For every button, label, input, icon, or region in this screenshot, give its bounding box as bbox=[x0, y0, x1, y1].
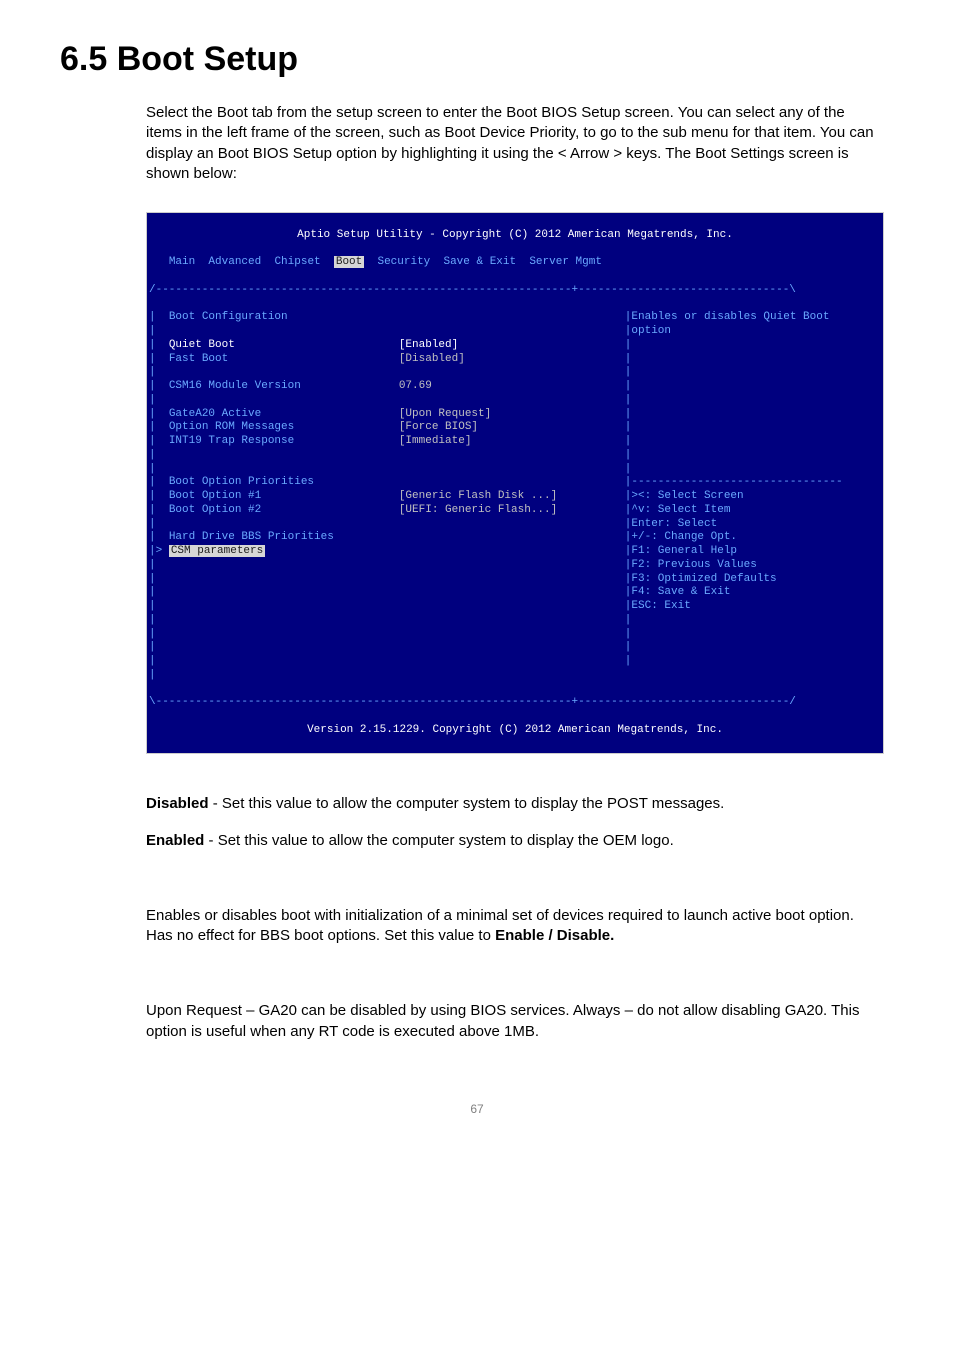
csm16-label: CSM16 Module Version bbox=[169, 380, 399, 394]
fast-boot-value: [Disabled] bbox=[399, 353, 465, 365]
nav-change-opt: +/-: Change Opt. bbox=[631, 531, 737, 543]
menu-save-exit: Save & Exit bbox=[443, 256, 516, 268]
hdd-bbs-priorities: Hard Drive BBS Priorities bbox=[169, 531, 334, 543]
page-number: 67 bbox=[60, 1102, 894, 1116]
bios-menu-bar: Main Advanced Chipset Boot Security Save… bbox=[149, 256, 881, 270]
int19-value: [Immediate] bbox=[399, 435, 472, 447]
bios-body: | Boot Configuration | | Quiet Boot[Enab… bbox=[149, 311, 881, 682]
bios-border-top: /---------------------------------------… bbox=[149, 284, 881, 298]
menu-main: Main bbox=[169, 256, 195, 268]
option-rom-value: [Force BIOS] bbox=[399, 421, 478, 433]
boot-option2-value: [UEFI: Generic Flash...] bbox=[399, 504, 557, 516]
nav-select-item: ^v: Select Item bbox=[631, 504, 730, 516]
gatea20-desc: Upon Request – GA20 can be disabled by u… bbox=[146, 1001, 884, 1042]
menu-security: Security bbox=[377, 256, 430, 268]
nav-esc: ESC: Exit bbox=[631, 600, 690, 612]
boot-option1-label: Boot Option #1 bbox=[169, 490, 399, 504]
disabled-desc: Disabled - Set this value to allow the c… bbox=[146, 794, 884, 814]
enabled-text: - Set this value to allow the computer s… bbox=[204, 832, 673, 849]
int19-label: INT19 Trap Response bbox=[169, 435, 399, 449]
help-line-1: Enables or disables Quiet Boot bbox=[631, 311, 829, 323]
menu-advanced: Advanced bbox=[208, 256, 261, 268]
disabled-text: - Set this value to allow the computer s… bbox=[209, 795, 725, 812]
intro-paragraph: Select the Boot tab from the setup scree… bbox=[146, 103, 884, 184]
gatea20-value: [Upon Request] bbox=[399, 408, 491, 420]
fastboot-desc: Enables or disables boot with initializa… bbox=[146, 906, 884, 947]
nav-f1: F1: General Help bbox=[631, 545, 737, 557]
nav-f4: F4: Save & Exit bbox=[631, 586, 730, 598]
menu-boot: Boot bbox=[334, 256, 364, 268]
nav-select-screen: ><: Select Screen bbox=[631, 490, 743, 502]
nav-f2: F2: Previous Values bbox=[631, 559, 756, 571]
csm16-value: 07.69 bbox=[399, 380, 432, 392]
gatea20-label: GateA20 Active bbox=[169, 408, 399, 422]
menu-server-mgmt: Server Mgmt bbox=[529, 256, 602, 268]
submenu-prefix: > bbox=[156, 545, 169, 557]
boot-option1-value: [Generic Flash Disk ...] bbox=[399, 490, 557, 502]
boot-option2-label: Boot Option #2 bbox=[169, 504, 399, 518]
bios-title: Aptio Setup Utility - Copyright (C) 2012… bbox=[297, 229, 733, 241]
nav-enter: Enter: Select bbox=[631, 518, 717, 530]
fast-boot-label: Fast Boot bbox=[169, 353, 399, 367]
bios-footer: Version 2.15.1229. Copyright (C) 2012 Am… bbox=[307, 724, 723, 736]
menu-chipset: Chipset bbox=[274, 256, 320, 268]
boot-priorities-header: Boot Option Priorities bbox=[169, 476, 314, 488]
quiet-boot-value: [Enabled] bbox=[399, 339, 458, 351]
fastboot-bold: Enable / Disable. bbox=[495, 927, 614, 944]
boot-configuration-header: Boot Configuration bbox=[169, 311, 288, 323]
bios-right-pane: |Enables or disables Quiet Boot |option … bbox=[625, 311, 881, 682]
section-heading: 6.5 Boot Setup bbox=[60, 40, 894, 79]
enabled-label: Enabled bbox=[146, 832, 204, 849]
bios-screenshot: Aptio Setup Utility - Copyright (C) 2012… bbox=[146, 212, 884, 754]
csm-parameters: CSM parameters bbox=[169, 545, 265, 557]
disabled-label: Disabled bbox=[146, 795, 209, 812]
help-line-2: option bbox=[631, 325, 671, 337]
option-rom-label: Option ROM Messages bbox=[169, 421, 399, 435]
quiet-boot-label: Quiet Boot bbox=[169, 339, 399, 353]
bios-left-pane: | Boot Configuration | | Quiet Boot[Enab… bbox=[149, 311, 625, 682]
nav-f3: F3: Optimized Defaults bbox=[631, 573, 776, 585]
enabled-desc: Enabled - Set this value to allow the co… bbox=[146, 831, 884, 851]
bios-border-bottom: \---------------------------------------… bbox=[149, 696, 881, 710]
